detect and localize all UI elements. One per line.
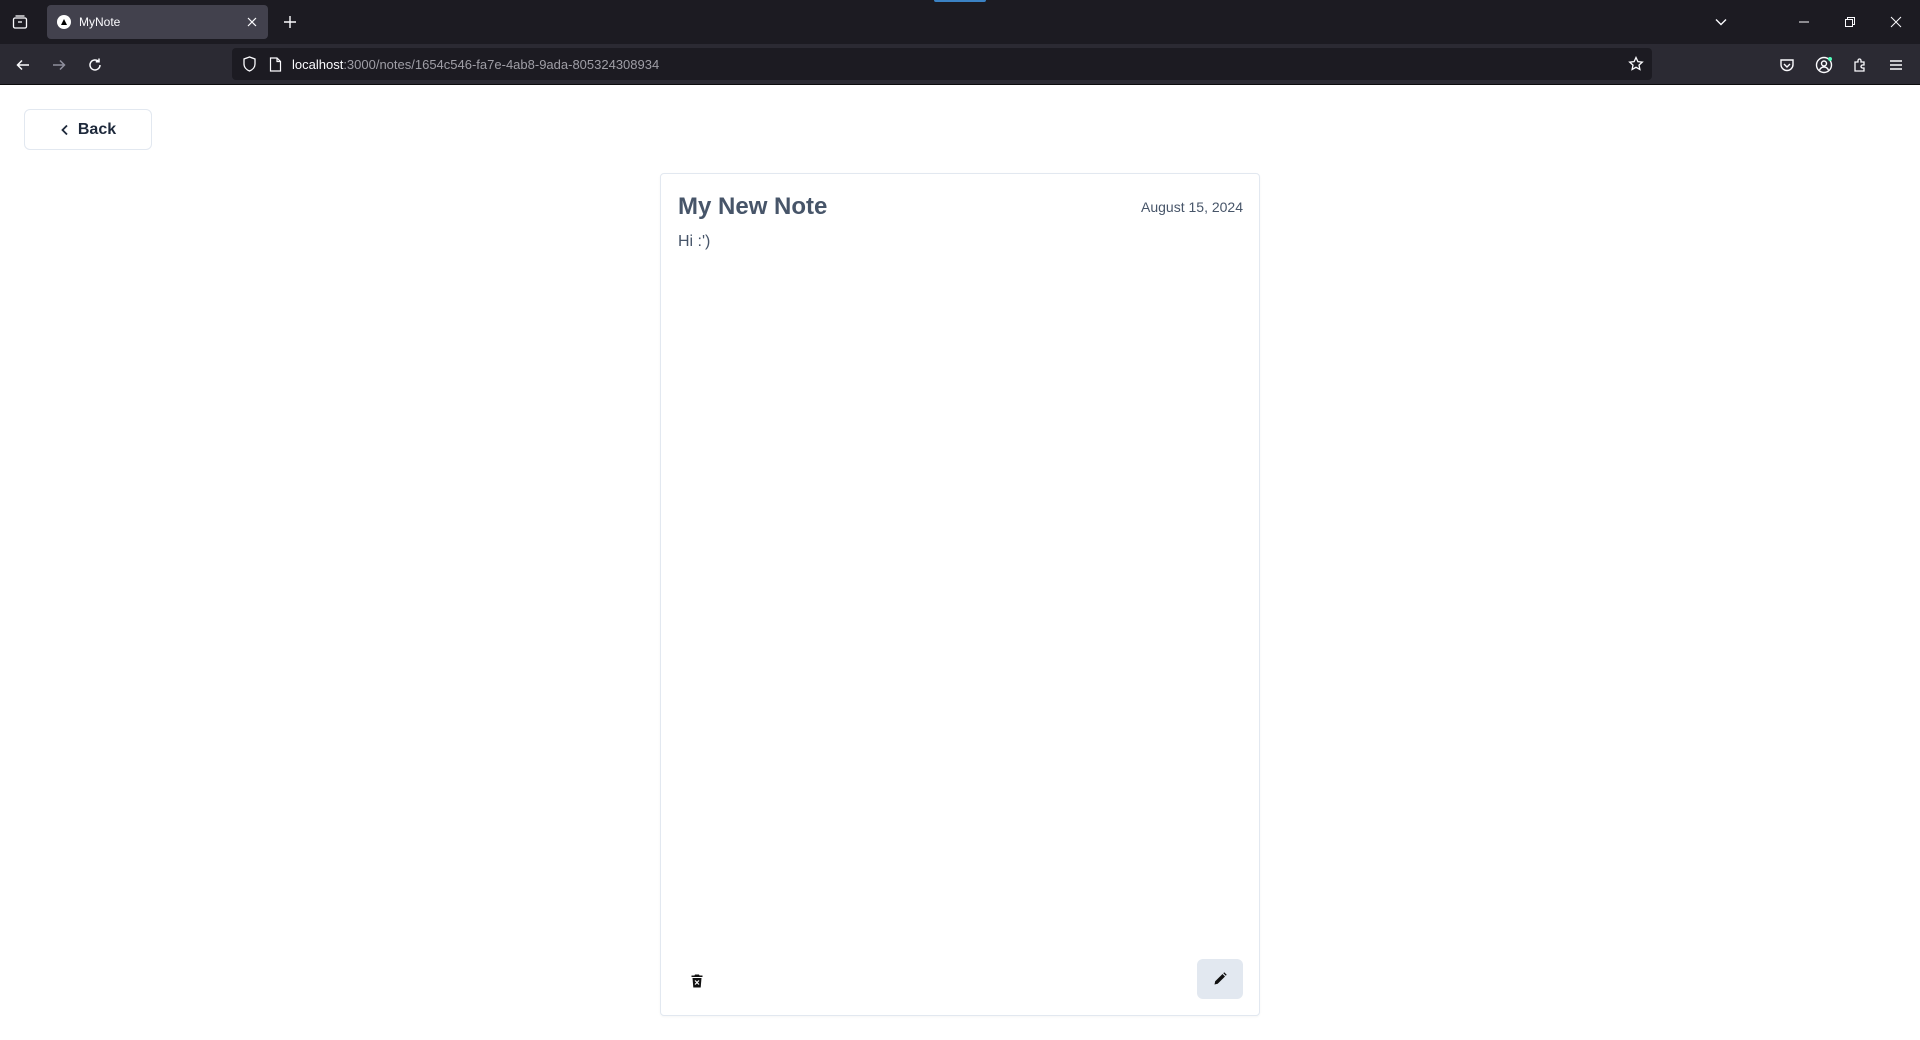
browser-tab-bar: MyNote bbox=[0, 0, 1920, 44]
url-text[interactable]: localhost:3000/notes/1654c546-fa7e-4ab8-… bbox=[292, 57, 659, 72]
pencil-icon bbox=[1214, 972, 1227, 985]
close-window-icon[interactable] bbox=[1873, 0, 1919, 44]
forward-arrow-icon[interactable] bbox=[46, 52, 72, 78]
extensions-icon[interactable] bbox=[1849, 54, 1871, 76]
page-icon[interactable] bbox=[269, 56, 282, 72]
delete-note-button[interactable] bbox=[685, 969, 709, 993]
back-arrow-icon[interactable] bbox=[10, 52, 36, 78]
chevron-left-icon bbox=[61, 124, 68, 135]
address-bar[interactable]: localhost:3000/notes/1654c546-fa7e-4ab8-… bbox=[232, 48, 1652, 80]
restore-icon[interactable] bbox=[1827, 0, 1873, 44]
close-tab-icon[interactable] bbox=[244, 14, 260, 30]
note-card: My New Note August 15, 2024 Hi :') bbox=[660, 173, 1260, 1016]
back-button[interactable]: Back bbox=[24, 109, 152, 150]
list-all-tabs-icon[interactable] bbox=[1698, 0, 1744, 44]
shield-icon[interactable] bbox=[242, 56, 257, 72]
browser-tab-active[interactable]: MyNote bbox=[47, 5, 268, 39]
edit-note-button[interactable] bbox=[1197, 959, 1243, 999]
new-tab-icon[interactable] bbox=[278, 10, 302, 34]
url-host: localhost bbox=[292, 56, 344, 72]
navigation-toolbar: localhost:3000/notes/1654c546-fa7e-4ab8-… bbox=[0, 44, 1920, 85]
bookmark-star-icon[interactable] bbox=[1628, 56, 1644, 72]
minimize-icon[interactable] bbox=[1781, 0, 1827, 44]
nextjs-triangle-icon bbox=[57, 15, 71, 29]
back-button-label: Back bbox=[77, 120, 117, 138]
account-icon[interactable] bbox=[1813, 54, 1835, 76]
url-path: :3000/notes/1654c546-fa7e-4ab8-9ada-8053… bbox=[343, 56, 660, 72]
trash-icon bbox=[691, 974, 703, 988]
reload-icon[interactable] bbox=[82, 52, 108, 78]
menu-icon[interactable] bbox=[1885, 54, 1907, 76]
tab-list-icon[interactable] bbox=[8, 10, 32, 34]
pocket-icon[interactable] bbox=[1776, 54, 1798, 76]
note-title: My New Note bbox=[678, 193, 828, 220]
note-content: Hi :') bbox=[678, 233, 711, 250]
loading-indicator bbox=[934, 0, 986, 2]
note-date: August 15, 2024 bbox=[1141, 199, 1243, 215]
tab-title: MyNote bbox=[79, 15, 121, 29]
